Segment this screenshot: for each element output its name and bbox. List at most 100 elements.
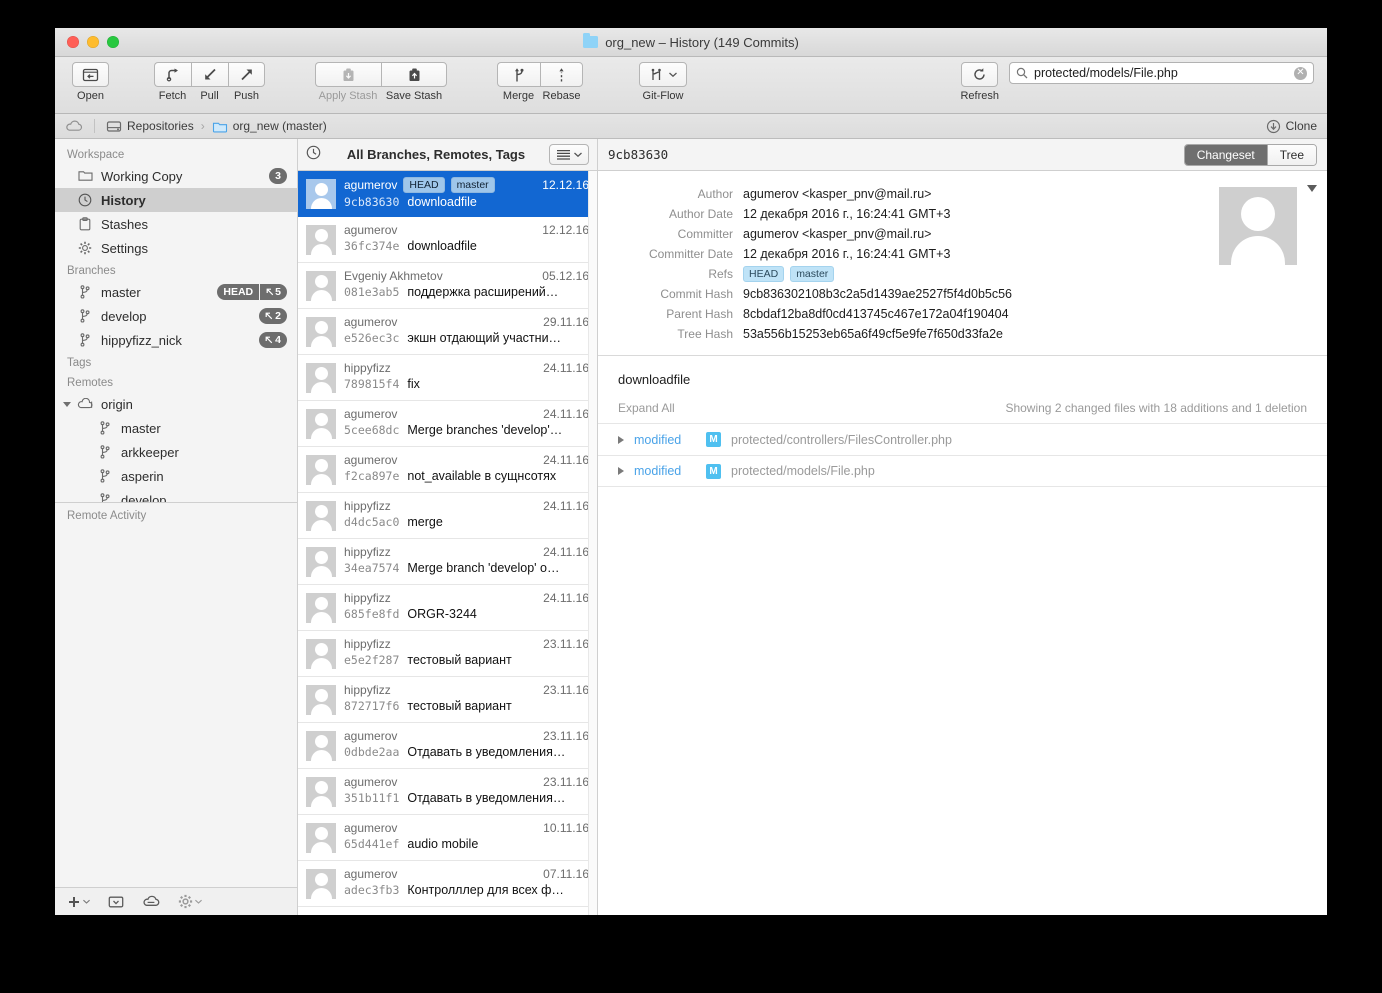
- commit-date: 24.11.16: [543, 453, 589, 467]
- clone-button[interactable]: Clone: [1266, 119, 1317, 134]
- open-button[interactable]: [72, 62, 109, 87]
- commit-row[interactable]: hippyfizz 23.11.16 e5e2f287 тестовый вариан…: [298, 631, 597, 677]
- inbox-down-button[interactable]: [108, 895, 124, 909]
- metadata-table: Author agumerov <kasper_pnv@mail.ru> Autho…: [598, 185, 1219, 345]
- sidebar-item-remote-origin[interactable]: origin: [55, 392, 297, 416]
- avatar: [306, 317, 336, 347]
- minimize-button[interactable]: [87, 36, 99, 48]
- commit-row[interactable]: Evgeniy Akhmetov 05.12.16 081e3ab5 поддержк…: [298, 263, 597, 309]
- apply-stash-button[interactable]: [315, 62, 381, 87]
- cloud-button[interactable]: [142, 895, 160, 908]
- commit-hash: 872717f6: [344, 699, 400, 713]
- cloud-icon[interactable]: [65, 120, 83, 132]
- merge-button[interactable]: [497, 62, 540, 87]
- gear-icon: [77, 240, 93, 256]
- refresh-label: Refresh: [960, 90, 999, 102]
- sourcetree-window: org_new – History (149 Commits) Open Fet…: [55, 28, 1327, 915]
- pull-button[interactable]: [191, 62, 228, 87]
- breadcrumb-repo[interactable]: org_new (master): [212, 119, 327, 133]
- file-path: protected/controllers/FilesController.ph…: [731, 432, 952, 447]
- refresh-button[interactable]: [961, 62, 999, 87]
- push-button[interactable]: [228, 62, 265, 87]
- expand-triangle-icon[interactable]: [618, 467, 624, 475]
- tab-changeset[interactable]: Changeset: [1184, 144, 1267, 165]
- detail-header: 9cb83630 Changeset Tree: [598, 139, 1327, 171]
- avatar-body: [310, 750, 332, 761]
- sidebar-item-label: asperin: [121, 468, 164, 484]
- commit-row[interactable]: hippyfizz 24.11.16 789815f4 fix: [298, 355, 597, 401]
- arrow-up-left-icon: [265, 312, 273, 320]
- avatar: [306, 593, 336, 623]
- search-input[interactable]: [1034, 66, 1288, 80]
- arrow-up-left-icon: [265, 336, 273, 344]
- commit-row[interactable]: hippyfizz 24.11.16 685fe8fd ORGR-3244: [298, 585, 597, 631]
- main-body: Workspace Working Copy 3 History Stashes…: [55, 139, 1327, 915]
- sidebar-item-stashes[interactable]: Stashes: [55, 212, 297, 236]
- changed-file-row[interactable]: modified Mprotected/models/File.php: [598, 455, 1327, 487]
- breadcrumb-repositories[interactable]: Repositories: [106, 119, 194, 133]
- sidebar-item-remote-branch[interactable]: asperin: [55, 464, 297, 488]
- sidebar-item-settings[interactable]: Settings: [55, 236, 297, 260]
- commit-row[interactable]: agumerov 24.11.16 5cee68dc Merge branches '…: [298, 401, 597, 447]
- avatar-head: [314, 505, 328, 518]
- commit-author: hippyfizz: [344, 683, 391, 697]
- fetch-button[interactable]: [154, 62, 191, 87]
- divider: [94, 119, 95, 133]
- commit-row[interactable]: agumerov HEAD master 12.12.16 9cb83630 downlo…: [298, 171, 597, 217]
- commit-row[interactable]: hippyfizz 23.11.16 872717f6 тестовый вариан…: [298, 677, 597, 723]
- add-plus-button[interactable]: [67, 895, 90, 909]
- view-mode-button[interactable]: [549, 144, 589, 165]
- avatar: [306, 501, 336, 531]
- sidebar-scroll[interactable]: Workspace Working Copy 3 History Stashes…: [55, 139, 297, 502]
- changed-file-row[interactable]: modified Mprotected/controllers/FilesCont…: [598, 423, 1327, 455]
- metadata-row: Tree Hash 53a556b15253eb65a6f49cf5e9fe7f6…: [598, 325, 1219, 343]
- commit-author: hippyfizz: [344, 361, 391, 375]
- sidebar-item-remote-branch[interactable]: master: [55, 416, 297, 440]
- commit-row[interactable]: agumerov 24.11.16 f2ca897e not_available в …: [298, 447, 597, 493]
- head-badge: HEAD: [217, 284, 260, 300]
- sidebar-item-history[interactable]: History: [55, 188, 297, 212]
- remote-activity-section[interactable]: Remote Activity: [55, 502, 297, 529]
- sidebar-item-remote-branch[interactable]: develop: [55, 488, 297, 502]
- close-button[interactable]: [67, 36, 79, 48]
- commit-date: 24.11.16: [543, 545, 589, 559]
- chevron-down-icon[interactable]: [63, 401, 71, 407]
- search-field[interactable]: ✕: [1009, 62, 1314, 84]
- sidebar-item-remote-branch[interactable]: arkkeeper: [55, 440, 297, 464]
- commit-list-scrollbar[interactable]: [588, 171, 597, 915]
- chevron-down-icon: [83, 899, 90, 904]
- commit-author: agumerov: [344, 729, 398, 743]
- expand-all-button[interactable]: Expand All: [618, 401, 675, 415]
- commit-row[interactable]: agumerov 29.11.16 e526ec3c экшн отдающий уч…: [298, 309, 597, 355]
- commit-message: поддержка расширений…: [407, 285, 559, 299]
- tab-tree[interactable]: Tree: [1266, 144, 1316, 165]
- pull-label: Pull: [200, 90, 219, 102]
- commit-row[interactable]: hippyfizz 24.11.16 d4dc5ac0 merge: [298, 493, 597, 539]
- sidebar-item-branch-develop[interactable]: develop 2: [55, 304, 297, 328]
- commit-row[interactable]: agumerov 23.11.16 351b11f1 Отдавать в уведо…: [298, 769, 597, 815]
- rebase-button[interactable]: [540, 62, 583, 87]
- clear-circle-icon[interactable]: ✕: [1294, 66, 1307, 80]
- sidebar-item-branch-master[interactable]: master HEAD 5: [55, 280, 297, 304]
- commit-row[interactable]: agumerov 12.12.16 36fc374e downloadfile: [298, 217, 597, 263]
- commit-rows[interactable]: agumerov HEAD master 12.12.16 9cb83630 downlo…: [298, 171, 597, 915]
- sidebar-item-working-copy[interactable]: Working Copy 3: [55, 164, 297, 188]
- commit-date: 23.11.16: [543, 775, 589, 789]
- window-title-group: org_new – History (149 Commits): [55, 28, 1327, 56]
- settings-gear-button[interactable]: [178, 894, 202, 909]
- commit-author: agumerov: [344, 315, 398, 329]
- expand-triangle-icon[interactable]: [618, 435, 624, 444]
- branch-icon: [97, 444, 113, 460]
- collapse-metadata-caret-icon[interactable]: [1307, 185, 1317, 192]
- git-flow-button[interactable]: [639, 62, 687, 87]
- toolbar-group-open: Open: [72, 57, 109, 102]
- zoom-button[interactable]: [107, 36, 119, 48]
- clipboard-icon: [77, 216, 93, 232]
- commit-row[interactable]: agumerov 07.11.16 adec3fb3 Контролллер для …: [298, 861, 597, 907]
- commit-row[interactable]: agumerov 10.11.16 65d441ef audio mobile: [298, 815, 597, 861]
- save-stash-button[interactable]: [381, 62, 447, 87]
- commit-row[interactable]: hippyfizz 24.11.16 34ea7574 Merge branch 'd…: [298, 539, 597, 585]
- metadata-row: Author Date 12 декабря 2016 г., 16:24:41 …: [598, 205, 1219, 223]
- commit-row[interactable]: agumerov 23.11.16 0dbde2aa Отдавать в уведо…: [298, 723, 597, 769]
- sidebar-item-branch-hippyfizz-nick[interactable]: hippyfizz_nick 4: [55, 328, 297, 352]
